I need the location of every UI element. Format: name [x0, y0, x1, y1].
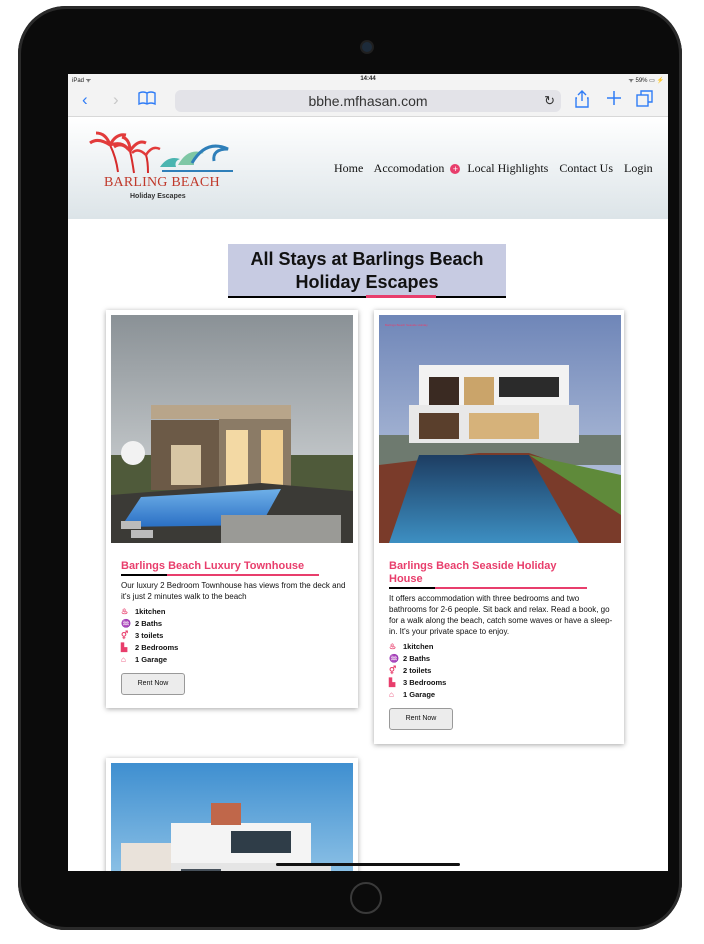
toilet-icon: ⚥: [121, 631, 129, 640]
townhouse-photo: [111, 315, 353, 543]
rent-now-button[interactable]: Rent Now: [121, 673, 185, 695]
nav-home[interactable]: Home: [334, 161, 363, 175]
nav-local-highlights[interactable]: Local Highlights: [467, 161, 548, 175]
listing-card: [106, 758, 358, 871]
share-icon[interactable]: [575, 90, 589, 113]
page-title-heading: All Stays at Barlings Beach Holiday Esca…: [228, 244, 506, 294]
toilet-icon: ⚥: [389, 666, 397, 675]
logo-subtitle: Holiday Escapes: [130, 193, 186, 200]
address-bar[interactable]: bbhe.mfhasan.com ↻: [175, 90, 561, 112]
nav-accomodation[interactable]: Accomodation: [374, 161, 445, 175]
screen: iPad ᯤ 14:44 ᯤ 59% ▭ ⚡ ‹ › bbhe.mfhasan.…: [68, 74, 668, 871]
home-button[interactable]: [350, 882, 382, 914]
feature-toilets: ⚥ 2 toilets: [389, 666, 432, 675]
seaside-house-photo: Barlings Beach Seaside Holiday: [379, 315, 621, 543]
url-text: bbhe.mfhasan.com: [308, 93, 428, 109]
camera-icon: [362, 42, 372, 52]
reload-icon[interactable]: ↻: [544, 90, 555, 112]
chevron-right-icon[interactable]: ›: [113, 90, 119, 110]
bath-icon: ♒: [389, 654, 399, 663]
modern-house-photo: [111, 763, 353, 871]
feature-kitchen: ♨ 1kitchen: [389, 642, 434, 651]
bed-icon: ▙: [121, 643, 128, 652]
status-bar: iPad ᯤ 14:44 ᯤ 59% ▭ ⚡: [68, 74, 668, 86]
bed-icon: ▙: [389, 678, 396, 687]
battery-indicator: ᯤ 59% ▭ ⚡: [628, 78, 664, 84]
nav-login[interactable]: Login: [624, 161, 653, 175]
chevron-left-icon[interactable]: ‹: [82, 90, 88, 110]
feature-garage: ⌂ 1 Garage: [389, 690, 436, 699]
plus-circle-icon[interactable]: +: [450, 164, 461, 174]
nav-contact-us[interactable]: Contact Us: [559, 161, 613, 175]
feature-bedrooms: ▙ 2 Bedrooms: [121, 643, 179, 652]
kitchen-icon: ♨: [121, 607, 129, 616]
page-title: All Stays at Barlings Beach Holiday Esca…: [228, 244, 506, 298]
bath-icon: ♒: [121, 619, 131, 628]
ipad-frame: iPad ᯤ 14:44 ᯤ 59% ▭ ⚡ ‹ › bbhe.mfhasan.…: [18, 6, 682, 930]
page-title-line2: Holiday Escapes: [295, 272, 439, 292]
tabs-icon[interactable]: [636, 90, 653, 112]
listing-title[interactable]: Barlings Beach Seaside Holiday House: [389, 560, 589, 586]
rent-now-button[interactable]: Rent Now: [389, 708, 453, 730]
browser-toolbar: ‹ › bbhe.mfhasan.com ↻: [68, 86, 668, 117]
listing-card: Barlings Beach Luxury Townhouse Our luxu…: [106, 310, 358, 708]
listing-card: Barlings Beach Seaside Holiday Barlings …: [374, 310, 624, 744]
home-indicator: [276, 863, 460, 866]
site-header: BARLING BEACH Holiday Escapes Home Accom…: [68, 117, 668, 219]
site-logo[interactable]: BARLING BEACH Holiday Escapes: [88, 127, 238, 200]
title-underline: [121, 574, 319, 576]
garage-icon: ⌂: [389, 690, 394, 699]
feature-toilets: ⚥ 3 toilets: [121, 631, 164, 640]
listing-title[interactable]: Barlings Beach Luxury Townhouse: [121, 560, 304, 573]
listing-description: It offers accommodation with three bedro…: [389, 594, 613, 636]
clock: 14:44: [360, 76, 376, 82]
main-nav: Home Accomodation + Local Highlights Cont…: [334, 161, 661, 176]
feature-garage: ⌂ 1 Garage: [121, 655, 168, 664]
feature-list: ♨ 1kitchen ♒ 2 Baths ⚥ 3 toilets ▙ 2 Bedroom…: [121, 606, 178, 666]
kitchen-icon: ♨: [389, 642, 397, 651]
feature-bedrooms: ▙ 3 Bedrooms: [389, 678, 447, 687]
title-underline: [389, 587, 587, 589]
garage-icon: ⌂: [121, 655, 126, 664]
feature-kitchen: ♨ 1kitchen: [121, 607, 166, 616]
feature-list: ♨ 1kitchen ♒ 2 Baths ⚥ 2 toilets ▙ 3 Bedroom…: [389, 641, 446, 701]
listing-description: Our luxury 2 Bedroom Townhouse has views…: [121, 581, 346, 601]
feature-baths: ♒ 2 Baths: [121, 619, 163, 628]
photo-caption: Barlings Beach Seaside Holiday: [385, 323, 428, 327]
plus-icon[interactable]: [606, 90, 622, 111]
page-title-line1: All Stays at Barlings Beach: [250, 249, 484, 269]
logo-text: BARLING BEACH: [104, 175, 220, 190]
book-icon[interactable]: [138, 90, 156, 111]
feature-baths: ♒ 2 Baths: [389, 654, 431, 663]
palm-wave-logo-icon: [89, 131, 233, 174]
title-accent-underline: [366, 295, 436, 298]
